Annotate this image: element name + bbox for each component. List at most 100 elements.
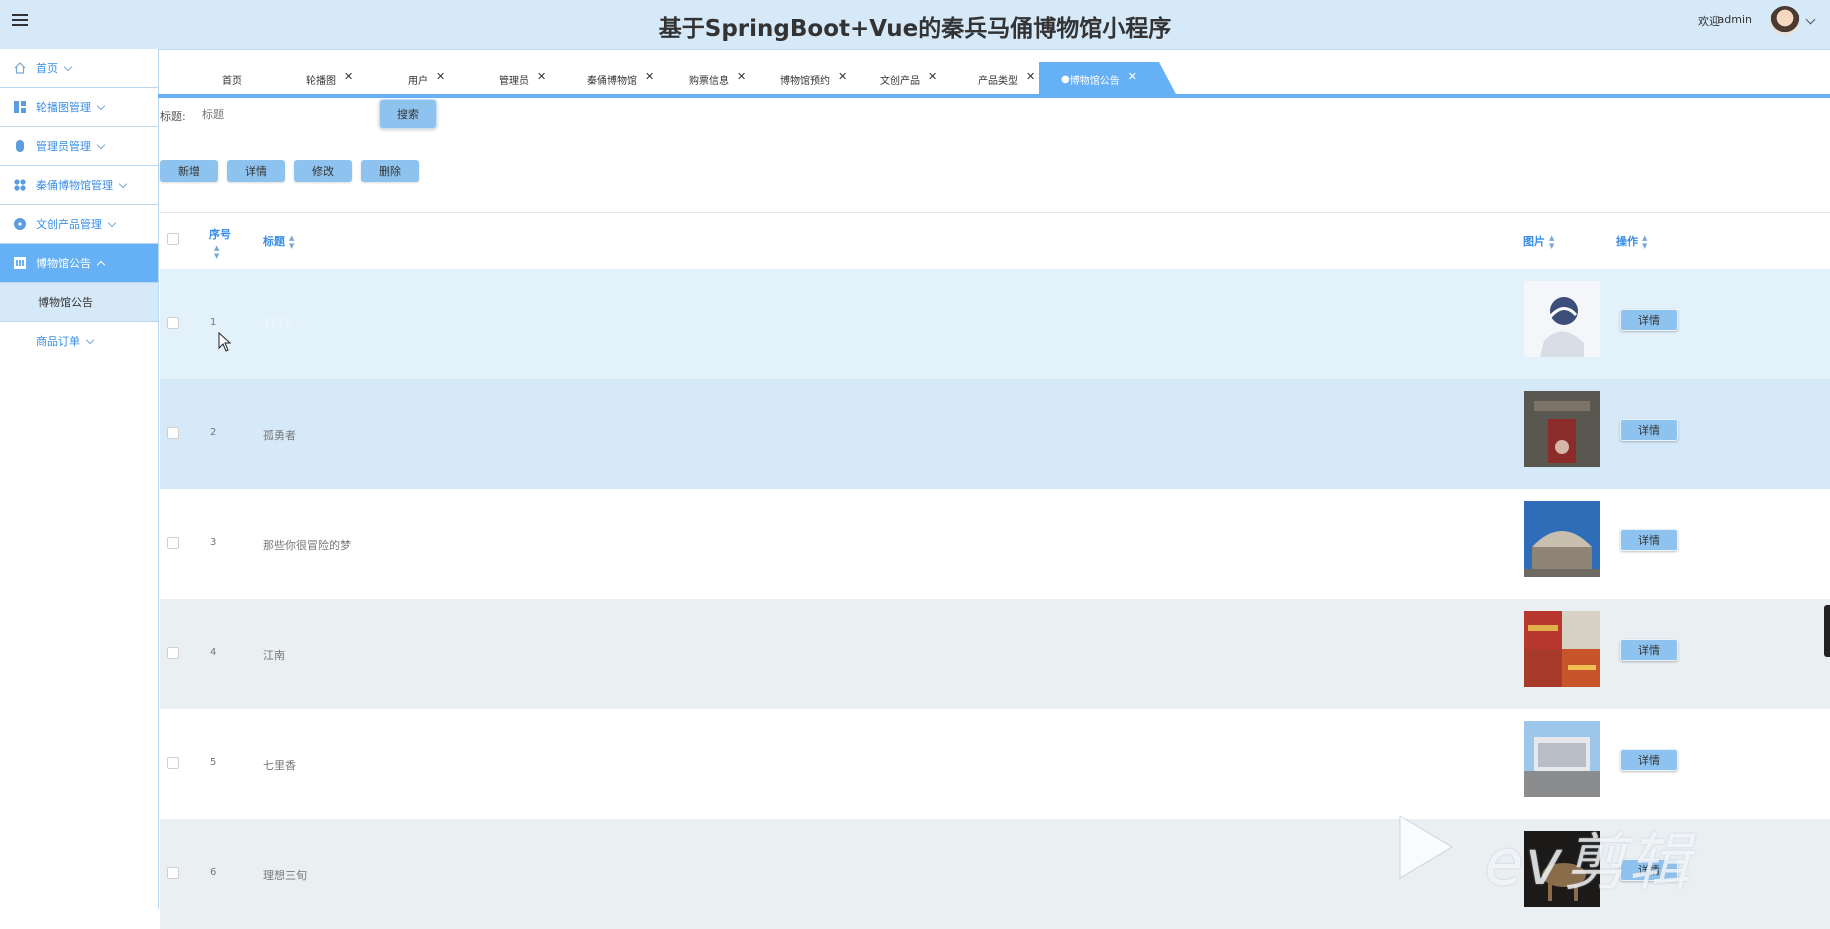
table-row[interactable]: 6 理想三旬 详情 — [160, 819, 1830, 929]
sidebar-item-products[interactable]: 文创产品管理 — [0, 205, 158, 244]
close-icon[interactable]: ✕ — [928, 70, 937, 83]
add-button[interactable]: 新增 — [160, 160, 218, 182]
sort-icon[interactable]: ▲ ▼ — [214, 244, 231, 260]
sort-icon[interactable]: ▲ ▼ — [289, 234, 294, 250]
close-icon[interactable]: ✕ — [838, 70, 847, 83]
detail-button[interactable]: 详情 — [227, 160, 285, 182]
row-checkbox[interactable] — [167, 757, 179, 769]
home-icon — [14, 62, 26, 74]
tab-museum[interactable]: 秦俑博物馆 ✕ — [587, 62, 654, 96]
column-header-index[interactable]: 序号 ▲ ▼ — [209, 226, 231, 260]
row-detail-button[interactable]: 详情 — [1620, 529, 1678, 551]
sidebar-item-label: 文创产品管理 — [36, 218, 102, 231]
sidebar-item-label: 轮播图管理 — [36, 101, 91, 114]
sidebar-item-label: 管理员管理 — [36, 140, 91, 153]
column-header-title[interactable]: 标题 ▲ ▼ — [263, 233, 294, 250]
chevron-down-icon — [96, 101, 106, 110]
table-row[interactable]: 1 1111 详情 — [160, 269, 1830, 379]
delete-button[interactable]: 删除 — [361, 160, 419, 182]
row-detail-button[interactable]: 详情 — [1620, 419, 1678, 441]
sidebar-item-label: 商品订单 — [36, 335, 80, 348]
tab-label: 文创产品 — [880, 75, 920, 87]
row-title: 江南 — [263, 649, 285, 662]
table-row[interactable]: 5 七里香 详情 — [160, 709, 1830, 819]
row-checkbox[interactable] — [167, 537, 179, 549]
edit-button[interactable]: 修改 — [294, 160, 352, 182]
chevron-down-icon — [107, 218, 117, 227]
row-checkbox[interactable] — [167, 647, 179, 659]
search-button[interactable]: 搜索 — [379, 99, 437, 129]
tab-tickets[interactable]: 购票信息 ✕ — [689, 62, 746, 96]
row-detail-button[interactable]: 详情 — [1620, 309, 1678, 331]
row-index: 6 — [210, 867, 217, 878]
row-checkbox[interactable] — [167, 867, 179, 879]
row-checkbox[interactable] — [167, 317, 179, 329]
close-icon[interactable]: ✕ — [645, 70, 654, 83]
sidebar-subitem-notice[interactable]: 博物馆公告 — [0, 283, 158, 322]
app-title: 基于SpringBoot+Vue的秦兵马俑博物馆小程序 — [658, 16, 1172, 42]
table-row[interactable]: 4 江南 详情 — [160, 599, 1830, 709]
row-title: 理想三旬 — [263, 869, 307, 882]
tab-bar: 首页 轮播图 ✕ 用户 ✕ 管理员 ✕ 秦俑博物馆 ✕ 购票信息 ✕ 博物馆预约 ✕ 文创产… — [158, 62, 1830, 96]
close-icon[interactable]: ✕ — [344, 70, 353, 83]
close-icon[interactable]: ✕ — [1026, 70, 1035, 83]
row-detail-button[interactable]: 详情 — [1620, 859, 1678, 881]
tab-label: 管理员 — [499, 75, 529, 87]
row-index: 3 — [210, 537, 217, 548]
circle-icon — [14, 218, 26, 230]
row-index: 1 — [210, 317, 217, 328]
search-input[interactable] — [200, 102, 374, 128]
notice-thumbnail — [1524, 281, 1600, 357]
notice-thumbnail — [1524, 391, 1600, 467]
sidebar-item-label: 秦俑博物馆管理 — [36, 179, 113, 192]
column-header-action[interactable]: 操作 ▲ ▼ — [1616, 233, 1647, 250]
tab-users[interactable]: 用户 ✕ — [408, 62, 445, 96]
tab-admins[interactable]: 管理员 ✕ — [499, 62, 546, 96]
tab-label: 首页 — [222, 75, 242, 87]
sidebar-item-label: 博物馆公告 — [36, 257, 91, 270]
sidebar: 首页 轮播图管理 管理员管理 秦俑博物馆管理 文创产品管理 博物馆公告 博物馆公… — [0, 49, 159, 909]
scrollbar[interactable] — [1824, 605, 1830, 657]
tab-underline — [158, 94, 1830, 98]
table-header: 序号 ▲ ▼ 标题 ▲ ▼ 图片 ▲ ▼ 操作 ▲ ▼ — [160, 212, 1830, 269]
sidebar-item-notice[interactable]: 博物馆公告 — [0, 244, 158, 283]
tab-home[interactable]: 首页 — [222, 62, 242, 96]
tab-notice[interactable]: ● 博物馆公告 ✕ — [1039, 62, 1177, 96]
sort-icon[interactable]: ▲ ▼ — [1549, 234, 1554, 250]
column-header-image[interactable]: 图片 ▲ ▼ — [1523, 233, 1554, 250]
tab-label: 产品类型 — [978, 75, 1018, 87]
row-detail-button[interactable]: 详情 — [1620, 749, 1678, 771]
close-icon[interactable]: ✕ — [1128, 70, 1137, 83]
notice-thumbnail — [1524, 501, 1600, 577]
dashboard-icon — [14, 101, 26, 113]
sidebar-item-orders[interactable]: 商品订单 — [0, 322, 158, 360]
close-icon[interactable]: ✕ — [537, 70, 546, 83]
notice-icon — [14, 257, 26, 269]
close-icon[interactable]: ✕ — [436, 70, 445, 83]
row-title: 那些你很冒险的梦 — [263, 539, 351, 552]
row-checkbox[interactable] — [167, 427, 179, 439]
user-name[interactable]: admin — [1718, 13, 1752, 26]
table-row[interactable]: 2 孤勇者 详情 — [160, 379, 1830, 489]
sort-icon[interactable]: ▲ ▼ — [1642, 234, 1647, 250]
close-icon[interactable]: ✕ — [737, 70, 746, 83]
sidebar-item-admin[interactable]: 管理员管理 — [0, 127, 158, 166]
tab-carousel[interactable]: 轮播图 ✕ — [306, 62, 353, 96]
tab-products[interactable]: 文创产品 ✕ — [880, 62, 937, 96]
chevron-down-icon — [63, 62, 73, 71]
avatar[interactable] — [1770, 6, 1800, 36]
row-detail-button[interactable]: 详情 — [1620, 639, 1678, 661]
sidebar-item-museum[interactable]: 秦俑博物馆管理 — [0, 166, 158, 205]
row-index: 2 — [210, 427, 217, 438]
row-index: 5 — [210, 757, 217, 768]
mouse-cursor-icon — [218, 332, 232, 352]
select-all-checkbox[interactable] — [167, 233, 179, 245]
sidebar-item-home[interactable]: 首页 — [0, 49, 158, 88]
sidebar-item-carousel[interactable]: 轮播图管理 — [0, 88, 158, 127]
table-row[interactable]: 3 那些你很冒险的梦 详情 — [160, 489, 1830, 599]
header-label: 标题 — [263, 235, 285, 248]
tab-product-types[interactable]: 产品类型 ✕ — [978, 62, 1035, 96]
row-title: 1111 — [263, 317, 291, 330]
tab-reservation[interactable]: 博物馆预约 ✕ — [780, 62, 847, 96]
header-label: 图片 — [1523, 235, 1545, 248]
